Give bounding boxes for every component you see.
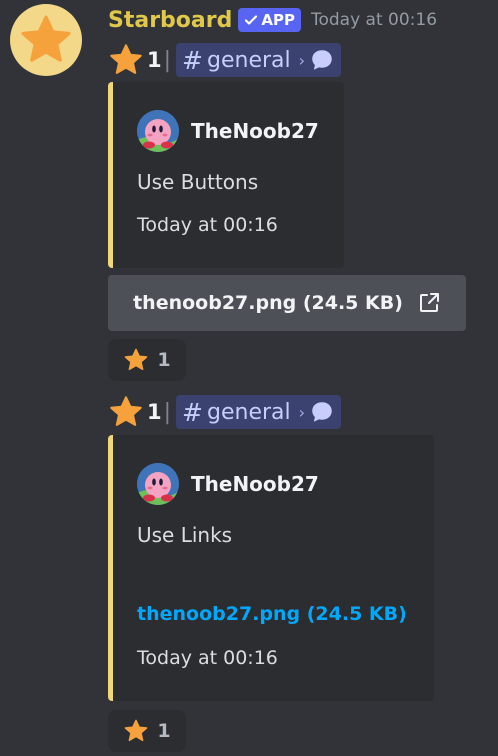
message-embed: TheNoob27 Use Buttons Today at 00:16 — [108, 82, 344, 268]
kirby-avatar-icon — [137, 110, 179, 152]
star-icon — [125, 719, 148, 742]
star-icon — [110, 396, 142, 426]
star-count: 1 — [147, 400, 162, 424]
checkmark-icon — [245, 15, 258, 25]
embed-author-name: TheNoob27 — [191, 472, 319, 496]
kirby-avatar-icon — [137, 463, 179, 505]
message-timestamp[interactable]: Today at 00:16 — [311, 10, 437, 30]
channel-mention[interactable]: # general › — [176, 43, 342, 77]
embed-description: Use Buttons — [137, 170, 259, 194]
star-reaction[interactable]: 1 — [108, 339, 186, 381]
star-reaction[interactable]: 1 — [108, 710, 186, 752]
star-line: 1 | # general › — [108, 394, 342, 430]
embed-description: Use Links — [137, 523, 233, 547]
channel-mention[interactable]: # general › — [176, 395, 342, 429]
star-line: 1 | # general › — [108, 42, 342, 78]
hash-icon: # — [182, 397, 203, 427]
embed-author-name: TheNoob27 — [191, 119, 319, 143]
app-badge: APP — [238, 8, 301, 32]
embed-author[interactable]: TheNoob27 — [137, 463, 319, 505]
message-header: Starboard APP Today at 00:16 — [108, 6, 437, 34]
separator: | — [163, 399, 172, 425]
message-bubble-icon — [312, 402, 332, 422]
star-icon — [21, 15, 71, 62]
star-count: 1 — [147, 48, 162, 72]
separator: | — [163, 47, 172, 73]
channel-name: general — [207, 399, 291, 425]
author-name[interactable]: Starboard — [108, 8, 232, 33]
star-icon — [110, 44, 142, 74]
external-link-icon — [419, 293, 439, 312]
channel-name: general — [207, 47, 291, 73]
star-icon — [125, 348, 148, 371]
chevron-right-icon: › — [298, 402, 306, 422]
reaction-count: 1 — [157, 349, 171, 371]
bot-avatar[interactable] — [10, 4, 82, 76]
message-embed: TheNoob27 Use Links thenoob27.png (24.5 … — [108, 435, 434, 701]
message-bubble-icon — [312, 50, 332, 70]
embed-footer-time: Today at 00:16 — [137, 214, 278, 236]
app-badge-label: APP — [261, 11, 295, 29]
attachment-link[interactable]: thenoob27.png (24.5 KB) — [137, 603, 407, 625]
reaction-count: 1 — [157, 720, 171, 742]
button-label: thenoob27.png (24.5 KB) — [133, 292, 403, 314]
chevron-right-icon: › — [298, 50, 306, 70]
hash-icon: # — [182, 45, 203, 75]
embed-footer-time: Today at 00:16 — [137, 647, 278, 669]
attachment-link-button[interactable]: thenoob27.png (24.5 KB) — [108, 275, 466, 331]
embed-author[interactable]: TheNoob27 — [137, 110, 319, 152]
